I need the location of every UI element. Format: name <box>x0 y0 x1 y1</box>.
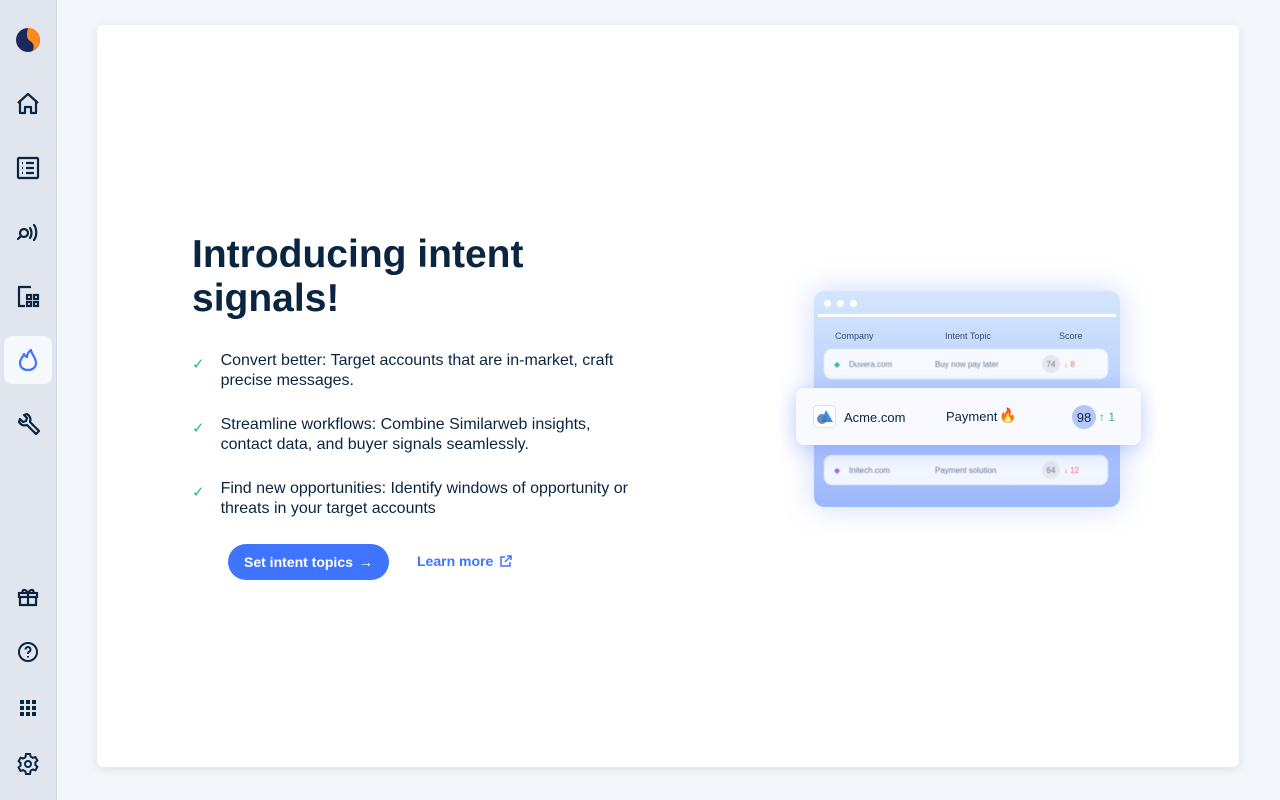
company: Duvera.com <box>849 359 893 369</box>
wrench-icon[interactable] <box>4 400 52 448</box>
button-label: Set intent topics <box>244 554 353 570</box>
sidebar <box>0 0 57 800</box>
bullet-text: Convert better: Target accounts that are… <box>220 352 614 389</box>
arrow-right-icon: → <box>358 554 373 570</box>
topic: Payment <box>946 409 998 424</box>
company-logo-icon: ◆ <box>834 465 841 475</box>
page-title: Introducing intent signals! <box>192 233 524 320</box>
gift-icon[interactable] <box>4 572 52 620</box>
list-item: ✓ Find new opportunities: Identify window… <box>192 479 632 519</box>
set-intent-topics-button[interactable]: Set intent topics → <box>228 544 389 580</box>
column-header: Intent Topic <box>945 331 991 341</box>
settings-icon[interactable] <box>4 740 52 788</box>
fire-icon: 🔥 <box>999 407 1017 423</box>
list-icon[interactable] <box>4 144 52 192</box>
bullet-text: Streamline workflows: Combine Similarweb… <box>220 416 591 453</box>
apps-grid-icon[interactable] <box>4 684 52 732</box>
external-link-icon <box>500 554 512 567</box>
benefit-list: ✓ Convert better: Target accounts that ar… <box>192 351 632 543</box>
intro-card: Introducing intent signals! ✓ Convert bet… <box>97 25 1239 767</box>
table-row: ◆ Duvera.com Buy now pay later 74 ↓ 8 <box>824 349 1108 379</box>
link-label: Learn more <box>417 553 494 569</box>
fire-icon[interactable] <box>4 336 52 384</box>
company-logo-icon: ◆ <box>834 359 841 369</box>
score: 64 <box>1042 461 1060 479</box>
list-item: ✓ Convert better: Target accounts that ar… <box>192 351 632 391</box>
score-change: ↓ 8 <box>1064 359 1075 369</box>
company: Initech.com <box>849 465 890 475</box>
list-item: ✓ Streamline workflows: Combine Similarwe… <box>192 415 632 455</box>
check-icon: ✓ <box>192 356 205 373</box>
company: Acme.com <box>844 410 906 425</box>
search-signal-icon[interactable] <box>4 208 52 256</box>
table-row: ◆ Initech.com Payment solution 64 ↓ 12 <box>824 455 1108 485</box>
column-header: Company <box>835 331 874 341</box>
check-icon: ✓ <box>192 484 205 501</box>
table-row-highlight: Acme.com Payment 🔥 98 ↑ 1 <box>796 388 1141 445</box>
grid-table-icon[interactable] <box>4 272 52 320</box>
score: 74 <box>1042 355 1060 373</box>
bullet-text: Find new opportunities: Identify windows… <box>220 480 628 517</box>
check-icon: ✓ <box>192 420 205 437</box>
topic: Buy now pay later <box>935 359 999 369</box>
home-icon[interactable] <box>4 80 52 128</box>
window-dots <box>824 300 857 307</box>
acme-logo-icon <box>813 405 836 428</box>
column-header: Score <box>1059 331 1083 341</box>
score-change: ↑ 1 <box>1099 410 1116 424</box>
score: 98 <box>1072 405 1096 429</box>
learn-more-link[interactable]: Learn more <box>417 553 512 569</box>
help-icon[interactable] <box>4 628 52 676</box>
similarweb-logo-icon[interactable] <box>4 16 52 64</box>
score-change: ↓ 12 <box>1064 465 1080 475</box>
topic: Payment solution <box>935 465 997 475</box>
